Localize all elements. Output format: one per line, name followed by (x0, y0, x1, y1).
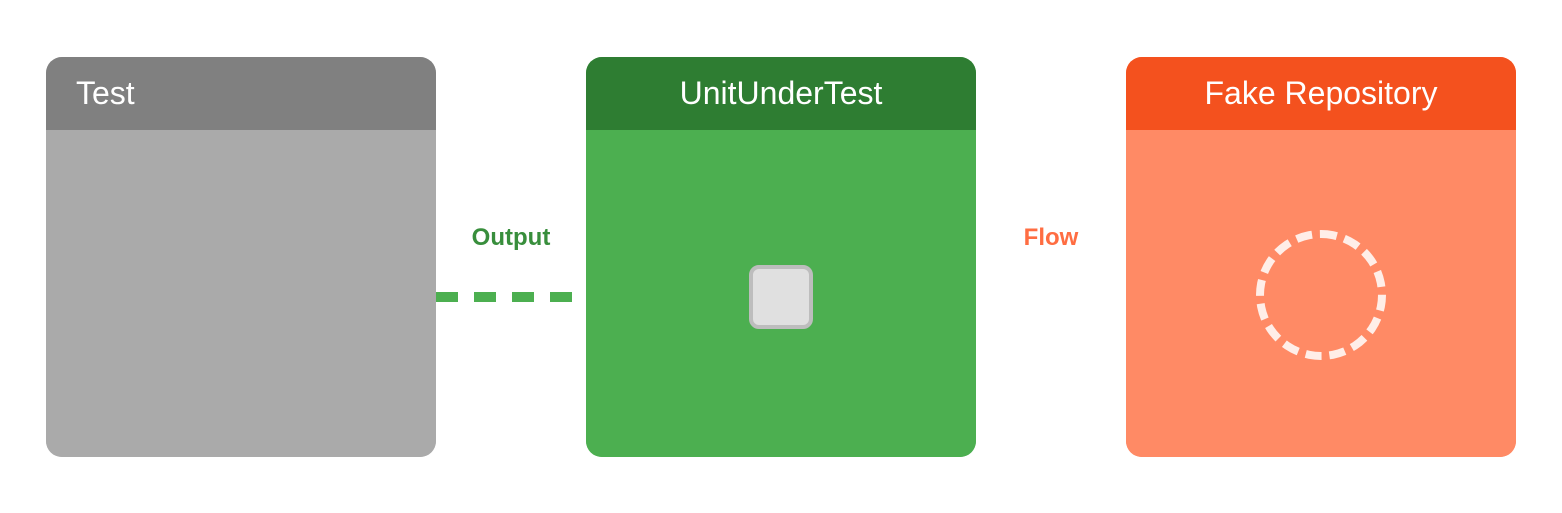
fake-box: Fake Repository (1126, 57, 1516, 457)
gap-left: Output (436, 57, 586, 457)
dashed-circle (1256, 230, 1386, 360)
arrow-left (986, 275, 1022, 319)
fake-box-body (1126, 130, 1516, 457)
test-box-body (46, 130, 436, 457)
fake-box-title: Fake Repository (1205, 75, 1438, 111)
test-box-title: Test (76, 75, 135, 111)
uut-center-port (749, 265, 813, 329)
test-box-header: Test (46, 57, 436, 130)
uut-box-title: UnitUnderTest (680, 75, 883, 111)
dashed-line-green (436, 292, 586, 302)
test-box: Test (46, 57, 436, 457)
flow-label: Flow (1024, 224, 1079, 252)
square-port-shape (749, 265, 813, 329)
uut-box-header: UnitUnderTest (586, 57, 976, 130)
arrow-shape (986, 275, 1022, 319)
uut-box: UnitUnderTest (586, 57, 976, 457)
gap-right: Flow (976, 57, 1126, 457)
diagram: Test Output UnitUnderTest (41, 27, 1521, 487)
fake-box-header: Fake Repository (1126, 57, 1516, 130)
output-label: Output (472, 224, 551, 252)
